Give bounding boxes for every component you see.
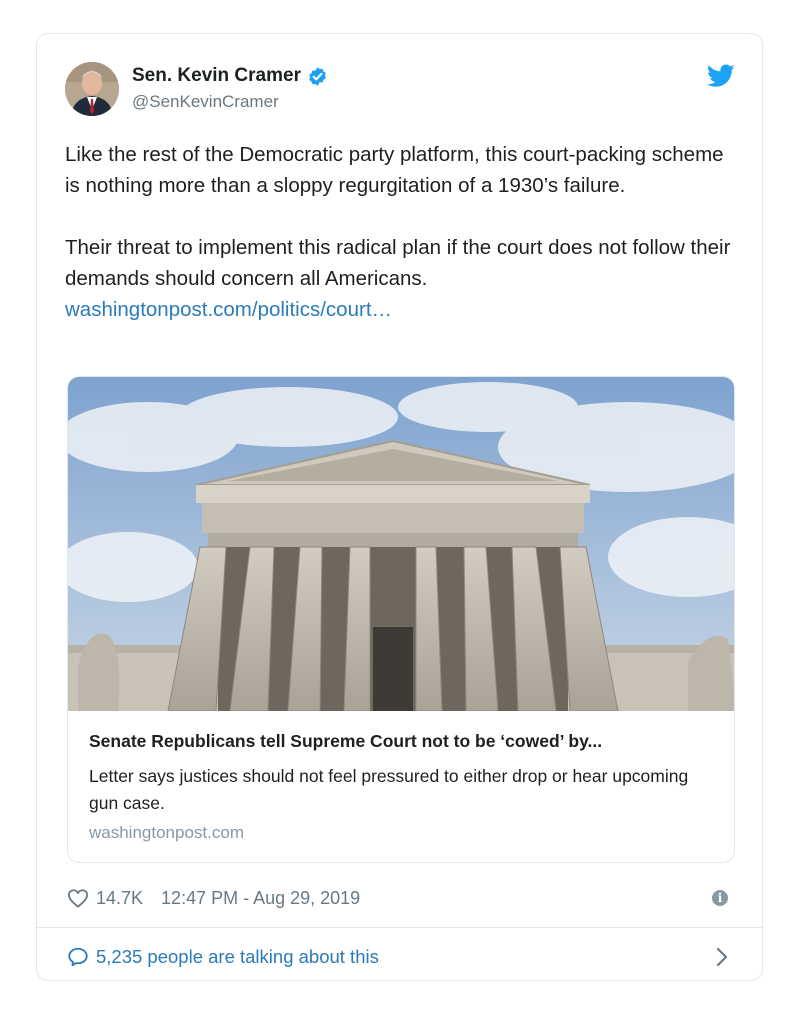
- card-title[interactable]: Senate Republicans tell Supreme Court no…: [89, 731, 715, 752]
- author-name-row[interactable]: Sen. Kevin Cramer: [132, 65, 328, 87]
- tweet-embed[interactable]: Sen. Kevin Cramer @SenKevinCramer Like t…: [36, 33, 763, 981]
- tweet-timestamp[interactable]: 12:47 PM - Aug 29, 2019: [161, 888, 360, 909]
- twitter-bird-icon[interactable]: [707, 64, 735, 88]
- verified-badge-icon: [307, 66, 328, 87]
- author-avatar[interactable]: [65, 62, 119, 116]
- like-count[interactable]: 14.7K: [96, 888, 143, 909]
- heart-icon[interactable]: [67, 888, 89, 908]
- tweet-paragraph-1: Like the rest of the Democratic party pl…: [65, 143, 724, 197]
- tweet-paragraph-2: Their threat to implement this radical p…: [65, 236, 731, 290]
- conversation-link[interactable]: 5,235 people are talking about this: [67, 942, 737, 972]
- tweet-header: Sen. Kevin Cramer @SenKevinCramer: [65, 60, 735, 120]
- card-domain: washingtonpost.com: [89, 823, 244, 842]
- speech-bubble-icon: [67, 946, 89, 968]
- divider: [37, 927, 762, 928]
- link-preview-card[interactable]: Senate Republicans tell Supreme Court no…: [67, 376, 735, 863]
- author-name[interactable]: Sen. Kevin Cramer: [132, 65, 301, 87]
- card-image[interactable]: [68, 377, 735, 711]
- talking-count-text[interactable]: 5,235 people are talking about this: [96, 946, 379, 968]
- tweet-meta: 14.7K 12:47 PM - Aug 29, 2019: [67, 884, 737, 912]
- card-description: Letter says justices should not feel pre…: [89, 766, 689, 813]
- chevron-right-icon[interactable]: [716, 947, 728, 967]
- author-handle[interactable]: @SenKevinCramer: [132, 92, 279, 112]
- info-icon[interactable]: i: [712, 890, 728, 906]
- tweet-text: Like the rest of the Democratic party pl…: [65, 139, 735, 325]
- tweet-link[interactable]: washingtonpost.com/politics/court…: [65, 298, 392, 321]
